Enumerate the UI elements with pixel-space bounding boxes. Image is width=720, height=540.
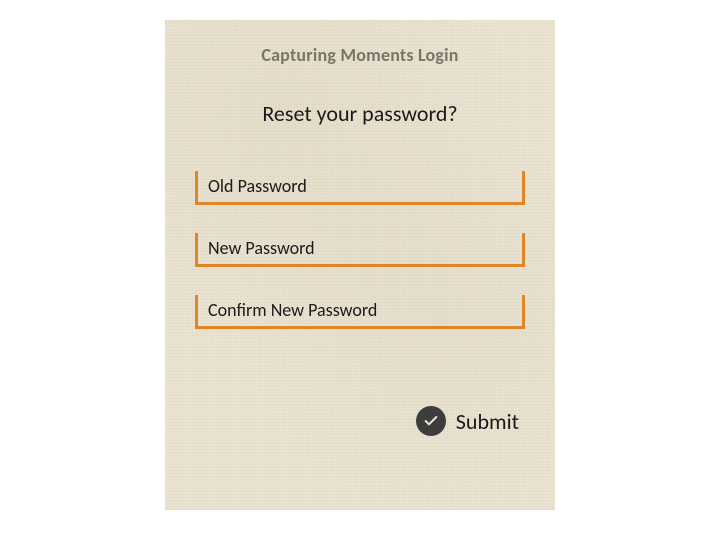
submit-button[interactable]: Submit xyxy=(416,406,519,436)
page-title: Capturing Moments Login xyxy=(195,44,525,66)
confirm-password-field-wrapper xyxy=(195,295,525,329)
new-password-field-wrapper xyxy=(195,233,525,267)
new-password-input[interactable] xyxy=(195,233,525,267)
submit-label: Submit xyxy=(456,408,519,435)
check-circle-icon xyxy=(416,406,446,436)
page-subtitle: Reset your password? xyxy=(195,100,525,127)
confirm-password-input[interactable] xyxy=(195,295,525,329)
reset-password-panel: Capturing Moments Login Reset your passw… xyxy=(165,20,555,510)
old-password-input[interactable] xyxy=(195,171,525,205)
old-password-field-wrapper xyxy=(195,171,525,205)
